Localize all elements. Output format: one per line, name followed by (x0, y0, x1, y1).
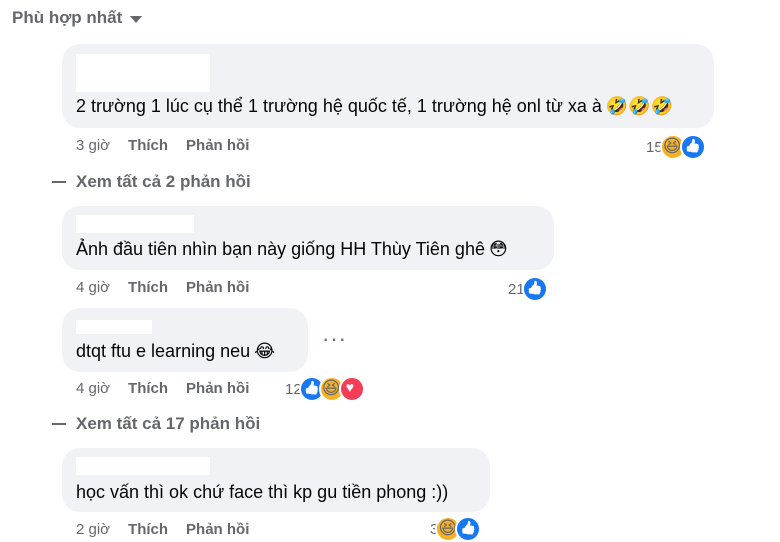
reply-button[interactable]: Phản hồi (186, 137, 249, 154)
redacted-name (76, 320, 152, 334)
view-replies-label: Xem tất cả 17 phản hồi (76, 414, 261, 433)
reply-button[interactable]: Phản hồi (186, 279, 249, 296)
view-replies-label: Xem tất cả 2 phản hồi (76, 172, 251, 191)
comment-bubble: 2 trường 1 lúc cụ thể 1 trường hệ quốc t… (62, 44, 714, 128)
view-replies-link[interactable]: Xem tất cả 17 phản hồi (52, 414, 260, 434)
comment-text: dtqt ftu e learning neu (76, 341, 251, 361)
reply-line-icon (52, 423, 66, 425)
comment-bubble: Ảnh đầu tiên nhìn bạn này giống HH Thùy … (62, 206, 554, 270)
like-button[interactable]: Thích (128, 279, 168, 296)
reply-button[interactable]: Phản hồi (186, 380, 249, 397)
comment-actions: 2 giờ Thích Phản hồi (76, 521, 249, 538)
comment-actions: 4 giờ Thích Phản hồi (76, 380, 249, 397)
rofl-emoji-icon: 🤣🤣🤣 (605, 96, 674, 116)
like-reaction-icon (521, 276, 548, 302)
joy-emoji-icon: 😂 (254, 341, 276, 361)
reaction-summary[interactable]: 21 (508, 276, 548, 302)
like-reaction-icon (679, 134, 706, 160)
like-button[interactable]: Thích (128, 521, 168, 538)
view-replies-link[interactable]: Xem tất cả 2 phản hồi (52, 172, 251, 192)
reaction-summary[interactable]: 15 (646, 134, 706, 160)
comment-actions: 4 giờ Thích Phản hồi (76, 279, 249, 296)
sort-dropdown[interactable]: Phù hợp nhất (12, 6, 143, 30)
redacted-name (76, 215, 194, 233)
comment-actions: 3 giờ Thích Phản hồi (76, 137, 249, 154)
reply-button[interactable]: Phản hồi (186, 521, 249, 538)
reaction-summary[interactable]: 12 (285, 376, 365, 402)
love-reaction-icon (338, 376, 365, 402)
more-options-icon[interactable]: ··· (322, 326, 347, 352)
flushed-emoji-icon: 😳 (488, 239, 508, 259)
comment-text: Ảnh đầu tiên nhìn bạn này giống HH Thùy … (76, 239, 485, 259)
comment-bubble: dtqt ftu e learning neu 😂 (62, 308, 308, 372)
reaction-summary[interactable]: 3 (430, 516, 482, 542)
redacted-name (76, 54, 210, 92)
comment-time[interactable]: 3 giờ (76, 137, 110, 154)
like-button[interactable]: Thích (128, 137, 168, 154)
comment-text: học vấn thì ok chứ face thì kp gu tiền p… (76, 482, 449, 502)
sort-label: Phù hợp nhất (12, 8, 123, 27)
comment-time[interactable]: 2 giờ (76, 521, 110, 538)
reply-line-icon (52, 181, 66, 183)
redacted-name (76, 457, 210, 475)
comment-time[interactable]: 4 giờ (76, 380, 110, 397)
comment-time[interactable]: 4 giờ (76, 279, 110, 296)
like-reaction-icon (455, 516, 482, 542)
comment-bubble: học vấn thì ok chứ face thì kp gu tiền p… (62, 448, 490, 512)
caret-down-icon (130, 15, 143, 23)
comment-text: 2 trường 1 lúc cụ thể 1 trường hệ quốc t… (76, 96, 602, 116)
like-button[interactable]: Thích (128, 380, 168, 397)
